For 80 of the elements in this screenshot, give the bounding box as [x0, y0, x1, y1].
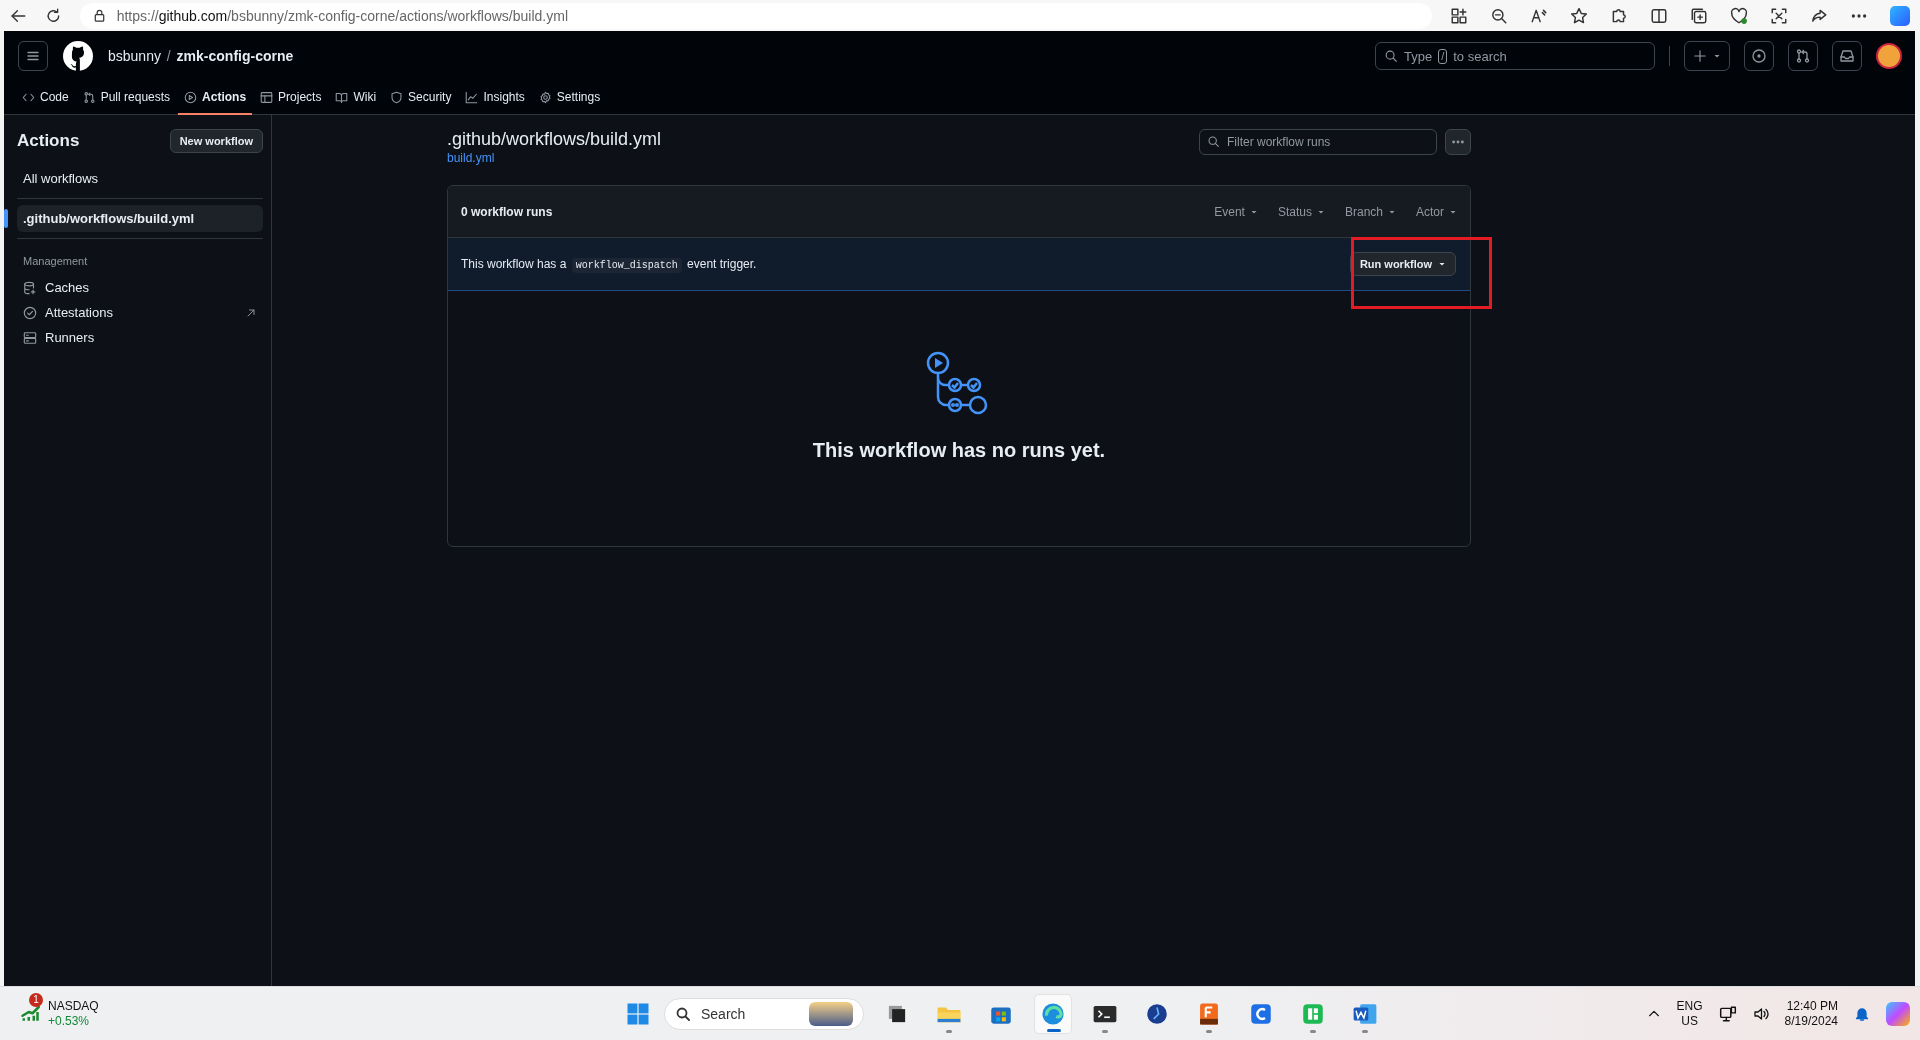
- book-icon: [335, 90, 349, 104]
- issues-button[interactable]: [1744, 41, 1774, 71]
- caret-icon: [1713, 52, 1721, 60]
- network-icon[interactable]: [1718, 1004, 1737, 1023]
- pull-request-icon: [1795, 48, 1811, 64]
- selection-indicator: [4, 209, 8, 228]
- menu-button[interactable]: [18, 41, 48, 71]
- caret-icon: [1438, 260, 1446, 268]
- taskbar-search[interactable]: Search: [664, 997, 864, 1030]
- search-field[interactable]: Type / to search: [1375, 42, 1655, 70]
- shield-icon: [390, 90, 404, 104]
- github-logo[interactable]: [62, 40, 94, 72]
- search-highlight-picture: [809, 1001, 853, 1026]
- management-item[interactable]: Caches: [17, 275, 263, 300]
- browser-icon: [1040, 1000, 1066, 1027]
- inbox-icon: [1839, 48, 1855, 64]
- section-heading: Management: [22, 254, 89, 269]
- workflow-file-link[interactable]: build.yml: [447, 151, 495, 165]
- repo-tab[interactable]: Settings: [532, 81, 607, 115]
- more-options-button[interactable]: [1445, 129, 1471, 155]
- copilot-icon[interactable]: [1890, 5, 1910, 26]
- avatar[interactable]: [1876, 43, 1902, 69]
- input-language[interactable]: ENG US: [1676, 998, 1703, 1029]
- split-screen-icon[interactable]: [1650, 6, 1668, 25]
- trigger-message: This workflow has a workflow_dispatch event trigger.: [461, 257, 757, 271]
- graph-icon: [465, 90, 479, 104]
- owner-link[interactable]: bsbunny: [108, 48, 161, 64]
- puzzle-icon[interactable]: [1610, 6, 1628, 25]
- management-item[interactable]: Runners: [17, 325, 263, 350]
- table-icon: [260, 90, 274, 104]
- repo-tab[interactable]: Projects: [254, 81, 328, 115]
- filter-dropdown[interactable]: Status: [1277, 204, 1325, 219]
- bell-icon[interactable]: [1854, 1005, 1870, 1022]
- server-icon: [23, 330, 37, 345]
- screenshot-icon[interactable]: [1770, 6, 1788, 25]
- sidebar-title: Actions: [17, 131, 80, 151]
- refresh-icon[interactable]: [44, 6, 62, 25]
- settings-icon: [538, 90, 552, 104]
- breadcrumb-separator: /: [165, 48, 172, 64]
- plus-icon: [1693, 49, 1707, 63]
- database-icon: [23, 280, 37, 295]
- issue-icon: [1751, 48, 1767, 64]
- play-circle-icon: [184, 90, 198, 104]
- search-icon: [1207, 135, 1220, 148]
- new-workflow-button[interactable]: New workflow: [169, 129, 263, 153]
- filter-dropdown[interactable]: Branch: [1344, 204, 1396, 219]
- repo-tab[interactable]: Security: [384, 81, 458, 115]
- pull-request-icon: [82, 90, 96, 104]
- repo-tab[interactable]: Actions: [178, 81, 253, 115]
- clock[interactable]: 12:40 PM 8/19/2024: [1784, 998, 1838, 1029]
- empty-state-message: This workflow has no runs yet.: [812, 439, 1106, 462]
- zoom-out-icon[interactable]: [1490, 6, 1508, 25]
- notification-badge: 1: [29, 993, 43, 1007]
- start-icon[interactable]: [626, 1001, 650, 1026]
- filter-field[interactable]: Filter workflow runs: [1199, 129, 1437, 155]
- pull-requests-button[interactable]: [1788, 41, 1818, 71]
- repo-tab[interactable]: Pull requests: [76, 81, 177, 115]
- ticker-name[interactable]: NASDAQ: [48, 998, 99, 1014]
- ticker-change: +0.53%: [48, 1013, 91, 1029]
- check-circle-icon: [23, 305, 37, 320]
- workflow-item[interactable]: All workflows: [17, 165, 263, 192]
- search-icon: [675, 1005, 691, 1022]
- collections-icon[interactable]: [1690, 6, 1708, 25]
- volume-icon[interactable]: [1752, 1005, 1769, 1022]
- heart-pulse-icon[interactable]: [1730, 6, 1748, 25]
- filter-dropdown[interactable]: Event: [1214, 204, 1258, 219]
- star-icon[interactable]: [1570, 6, 1588, 25]
- copilot-icon[interactable]: [1886, 1001, 1910, 1026]
- run-count: 0 workflow runs: [461, 204, 553, 219]
- repository-link[interactable]: zmk-config-corne: [176, 48, 294, 64]
- filter-dropdown[interactable]: Actor: [1416, 204, 1457, 219]
- management-item[interactable]: Attestations: [17, 300, 263, 325]
- repo-tab[interactable]: Insights: [459, 81, 531, 115]
- repo-tab[interactable]: Wiki: [329, 81, 383, 115]
- apps-icon[interactable]: [1450, 6, 1468, 25]
- repo-tab[interactable]: Code: [16, 81, 75, 115]
- inbox-button[interactable]: [1832, 41, 1862, 71]
- search-icon: [1384, 49, 1398, 63]
- workflow-title: .github/workflows/build.yml: [447, 129, 662, 150]
- run-workflow-button[interactable]: Run workflow: [1349, 252, 1456, 276]
